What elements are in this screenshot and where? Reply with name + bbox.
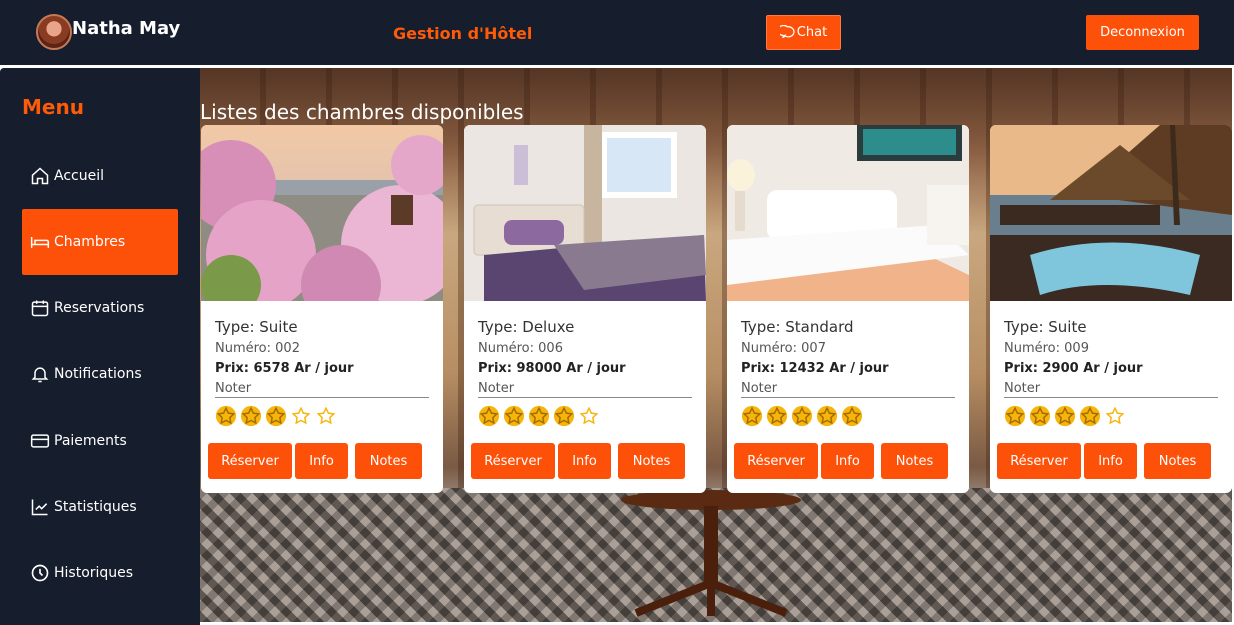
rate-label: Noter: [478, 381, 692, 398]
star-rating[interactable]: [1004, 405, 1218, 427]
sidebar-item-reservations[interactable]: Reservations: [22, 275, 178, 341]
sidebar-item-label: Accueil: [54, 168, 104, 184]
sidebar-item-paiements[interactable]: Paiements: [22, 408, 178, 474]
room-card: Type: Suite Numéro: 009 Prix: 2900 Ar / …: [990, 125, 1232, 493]
star-rating[interactable]: [741, 405, 955, 427]
clock-icon: [31, 564, 49, 582]
sidebar-item-label: Paiements: [54, 433, 127, 449]
star-filled-icon[interactable]: [741, 405, 763, 427]
purple-bedroom-photo: [464, 125, 706, 301]
notes-button[interactable]: Notes: [881, 443, 948, 479]
room-card: Type: Standard Numéro: 007 Prix: 12432 A…: [727, 125, 969, 493]
star-rating[interactable]: [215, 405, 429, 427]
star-filled-icon[interactable]: [528, 405, 550, 427]
credit-card-icon: [30, 434, 50, 448]
rate-label: Noter: [741, 381, 955, 398]
room-number: Numéro: 006: [478, 341, 563, 356]
main-content: Listes des chambres disponibles Type: Su…: [200, 68, 1232, 622]
sidebar-item-historiques[interactable]: Historiques: [22, 540, 178, 606]
chat-button[interactable]: Chat: [766, 15, 841, 50]
bed-icon: [30, 237, 50, 248]
star-filled-icon[interactable]: [215, 405, 237, 427]
star-filled-icon[interactable]: [265, 405, 287, 427]
sidebar-item-statistiques[interactable]: Statistiques: [22, 474, 178, 540]
cherry-blossom-city-photo: [201, 125, 443, 301]
sidebar-item-label: Reservations: [54, 300, 145, 316]
star-filled-icon[interactable]: [553, 405, 575, 427]
room-type: Type: Deluxe: [478, 318, 575, 336]
chart-line-icon: [31, 499, 48, 516]
avatar[interactable]: [36, 14, 72, 50]
notes-button[interactable]: Notes: [1144, 443, 1211, 479]
room-number: Numéro: 002: [215, 341, 300, 356]
star-filled-icon[interactable]: [240, 405, 262, 427]
reserve-button[interactable]: Réserver: [471, 443, 555, 479]
star-rating[interactable]: [478, 405, 692, 427]
star-filled-icon[interactable]: [766, 405, 788, 427]
star-filled-icon[interactable]: [1004, 405, 1026, 427]
star-filled-icon[interactable]: [1029, 405, 1051, 427]
username: Natha May: [72, 18, 181, 39]
info-button[interactable]: Info: [295, 443, 348, 479]
bell-icon: [31, 367, 49, 383]
room-type: Type: Suite: [1004, 318, 1087, 336]
room-number: Numéro: 007: [741, 341, 826, 356]
star-empty-icon[interactable]: [315, 405, 337, 427]
notes-button[interactable]: Notes: [618, 443, 685, 479]
star-filled-icon[interactable]: [1054, 405, 1076, 427]
room-price: Prix: 6578 Ar / jour: [215, 361, 354, 376]
reserve-button[interactable]: Réserver: [997, 443, 1081, 479]
star-empty-icon[interactable]: [1104, 405, 1126, 427]
background-table: [621, 490, 801, 617]
star-filled-icon[interactable]: [791, 405, 813, 427]
room-number: Numéro: 009: [1004, 341, 1089, 356]
info-button[interactable]: Info: [1084, 443, 1137, 479]
resort-pool-photo: [990, 125, 1232, 301]
info-button[interactable]: Info: [558, 443, 611, 479]
room-type: Type: Standard: [741, 318, 854, 336]
star-empty-icon[interactable]: [578, 405, 600, 427]
star-empty-icon[interactable]: [290, 405, 312, 427]
star-filled-icon[interactable]: [816, 405, 838, 427]
sidebar-item-accueil[interactable]: Accueil: [22, 143, 178, 209]
chat-button-label: Chat: [796, 25, 828, 40]
home-icon: [31, 167, 49, 185]
page-title: Listes des chambres disponibles: [200, 100, 524, 124]
room-price: Prix: 98000 Ar / jour: [478, 361, 626, 376]
star-filled-icon[interactable]: [841, 405, 863, 427]
top-bar: Natha May Gestion d'Hôtel Chat Deconnexi…: [0, 0, 1234, 65]
room-price: Prix: 2900 Ar / jour: [1004, 361, 1143, 376]
logout-button[interactable]: Deconnexion: [1086, 15, 1199, 50]
star-filled-icon[interactable]: [478, 405, 500, 427]
chat-bubble-icon: [779, 25, 795, 39]
reserve-button[interactable]: Réserver: [734, 443, 818, 479]
sidebar-item-label: Notifications: [54, 366, 142, 382]
info-button[interactable]: Info: [821, 443, 874, 479]
rate-label: Noter: [1004, 381, 1218, 398]
app-title: Gestion d'Hôtel: [393, 24, 533, 43]
menu-title: Menu: [22, 95, 84, 119]
star-filled-icon[interactable]: [1079, 405, 1101, 427]
sidebar-item-label: Statistiques: [54, 499, 137, 515]
star-filled-icon[interactable]: [503, 405, 525, 427]
sidebar-item-label: Chambres: [54, 234, 126, 250]
sidebar: Menu Accueil Chambres Reservations Notif…: [0, 68, 200, 625]
room-card: Type: Suite Numéro: 002 Prix: 6578 Ar / …: [201, 125, 443, 493]
room-type: Type: Suite: [215, 318, 298, 336]
rate-label: Noter: [215, 381, 429, 398]
reserve-button[interactable]: Réserver: [208, 443, 292, 479]
notes-button[interactable]: Notes: [355, 443, 422, 479]
calendar-icon: [31, 300, 49, 317]
sidebar-item-chambres[interactable]: Chambres: [22, 209, 178, 275]
sidebar-item-notifications[interactable]: Notifications: [22, 341, 178, 407]
room-price: Prix: 12432 Ar / jour: [741, 361, 889, 376]
sidebar-item-label: Historiques: [54, 565, 134, 581]
white-bedroom-photo: [727, 125, 969, 301]
room-card: Type: Deluxe Numéro: 006 Prix: 98000 Ar …: [464, 125, 706, 493]
